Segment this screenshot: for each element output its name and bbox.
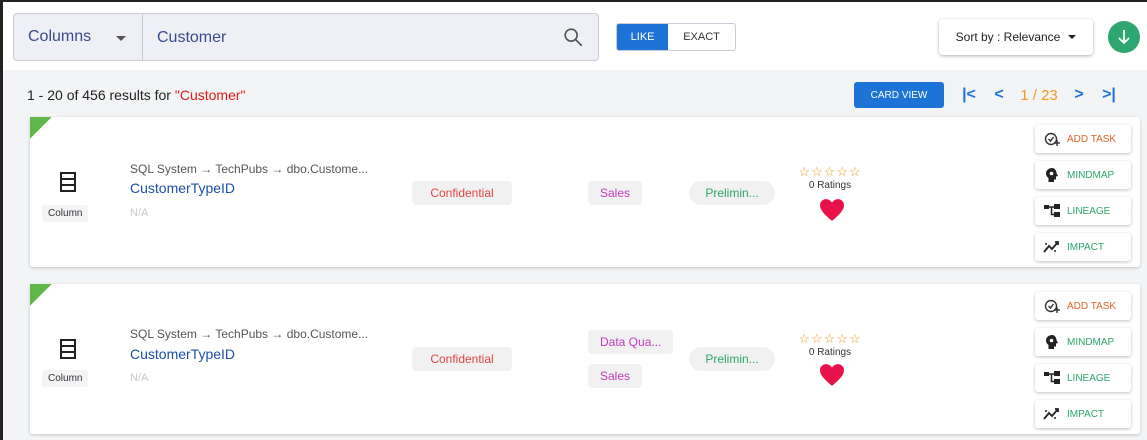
star-rating[interactable]: ☆☆☆☆☆ [790,331,870,347]
heart-icon[interactable] [817,363,847,387]
asset-type-label: Column [42,205,89,222]
arrow-down-icon [1118,30,1130,45]
lineage-icon [1043,370,1061,386]
heart-icon[interactable] [817,198,847,222]
column-icon [50,339,86,359]
mindmap-button[interactable]: MINDMAP [1035,161,1131,189]
tag-chip[interactable]: Data Qua... [588,330,674,354]
search-icon[interactable] [562,26,584,48]
card-view-button[interactable]: CARD VIEW [854,82,944,108]
results-summary-text: 1 - 20 of 456 results for [27,87,175,103]
add-task-label: ADD TASK [1067,300,1117,312]
results-summary: 1 - 20 of 456 results for "Customer" [27,87,245,103]
impact-button[interactable]: IMPACT [1035,400,1131,428]
search-scope-label: Columns [28,28,92,45]
pagination: |< < 1 / 23 > >| [954,84,1124,106]
result-card[interactable]: Column SQL System → TechPubs → dbo.Custo… [30,117,1140,267]
first-page-icon[interactable]: |< [954,86,984,104]
impact-label: IMPACT [1067,241,1105,253]
mindmap-head-icon [1043,334,1061,350]
lineage-icon [1043,203,1061,219]
lineage-label: LINEAGE [1067,372,1111,384]
result-card[interactable]: Column SQL System → TechPubs → dbo.Custo… [30,284,1140,434]
column-icon [50,172,86,192]
search-scope-select[interactable]: Columns [13,13,143,61]
asset-description: N/A [130,207,149,219]
lineage-button[interactable]: LINEAGE [1035,197,1131,225]
mindmap-button[interactable]: MINDMAP [1035,328,1131,356]
mindmap-head-icon [1043,167,1061,183]
like-mode-button[interactable]: LIKE [617,24,669,50]
mindmap-label: MINDMAP [1067,169,1115,181]
exact-mode-button[interactable]: EXACT [668,24,735,50]
last-page-icon[interactable]: >| [1094,86,1124,104]
impact-label: IMPACT [1067,408,1105,420]
add-task-button[interactable]: ADD TASK [1035,292,1131,320]
status-chip: Prelimin... [689,347,775,371]
match-mode-toggle: LIKE EXACT [616,23,736,51]
star-rating[interactable]: ☆☆☆☆☆ [790,164,870,180]
rating-block: ☆☆☆☆☆ 0 Ratings [790,331,870,358]
status-chip: Prelimin... [689,181,775,205]
search-box [143,13,599,61]
tag-chip[interactable]: Sales [588,181,643,205]
sort-dropdown[interactable]: Sort by : Relevance [939,19,1093,55]
rating-block: ☆☆☆☆☆ 0 Ratings [790,164,870,191]
asset-name-link[interactable]: CustomerTypeID [130,346,235,362]
add-task-button[interactable]: ADD TASK [1035,125,1131,153]
page-indicator: 1 / 23 [1020,86,1058,104]
asset-description: N/A [130,372,149,384]
lineage-button[interactable]: LINEAGE [1035,364,1131,392]
ratings-count: 0 Ratings [808,347,852,358]
task-check-icon [1043,298,1061,314]
task-check-icon [1043,131,1061,147]
add-task-label: ADD TASK [1067,133,1117,145]
asset-path: SQL System → TechPubs → dbo.Custome... [130,162,369,176]
search-input[interactable] [157,26,547,50]
impact-button[interactable]: IMPACT [1035,233,1131,261]
results-query: "Customer" [174,87,246,103]
tag-chip[interactable]: Sales [588,364,643,388]
card-corner-marker [30,284,52,306]
card-corner-marker [30,117,52,139]
chevron-down-icon [116,36,126,41]
asset-path: SQL System → TechPubs → dbo.Custome... [130,327,369,341]
impact-trend-icon [1043,406,1061,422]
mindmap-label: MINDMAP [1067,336,1115,348]
classification-chip: Confidential [412,181,512,205]
search-toolbar: Columns LIKE EXACT Sort by : Relevance [3,2,1147,70]
ratings-count: 0 Ratings [808,180,852,191]
download-button[interactable] [1108,21,1140,53]
caret-down-icon [1068,35,1077,39]
classification-chip: Confidential [412,347,512,371]
sort-label: Sort by : Relevance [955,30,1061,44]
lineage-label: LINEAGE [1067,205,1111,217]
next-page-icon[interactable]: > [1064,86,1094,104]
asset-name-link[interactable]: CustomerTypeID [130,180,235,196]
prev-page-icon[interactable]: < [984,86,1014,104]
asset-type-label: Column [42,370,89,387]
impact-trend-icon [1043,239,1061,255]
